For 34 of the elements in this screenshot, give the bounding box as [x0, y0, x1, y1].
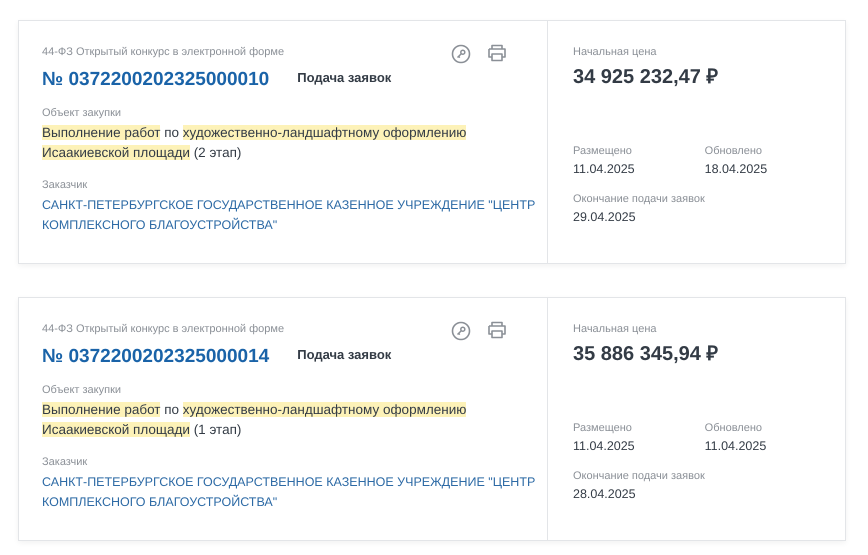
date-value: 28.04.2025	[573, 487, 637, 501]
customer-link[interactable]: САНКТ-ПЕТЕРБУРГСКОЕ ГОСУДАРСТВЕННОЕ КАЗЕННОЕ УЧРЕЖДЕНИЕ "ЦЕНТР КОМПЛЕКСНОГО БЛАГОУСТРОЙСТВА"	[42, 195, 537, 235]
tender-number-link[interactable]: № 0372200202325000010	[42, 69, 270, 91]
procurement-object-text: Выполнение работ по художественно-ландшафтному оформлению Исаакиевской площади (1 этап)	[42, 401, 468, 439]
price-value: 34 925 232,47 ₽	[573, 65, 720, 89]
key-icon[interactable]	[451, 321, 471, 341]
status-label: Подача заявок	[297, 346, 392, 362]
field-label: Объект закупки	[42, 107, 122, 119]
field-label: Окончание подачи заявок	[573, 470, 706, 482]
procurement-object-text: Выполнение работ по художественно-ландшафтному оформлению Исаакиевской площади (2 этап)	[42, 124, 468, 162]
field-label: Обновлено	[704, 145, 764, 157]
field-label: Размещено	[573, 422, 633, 434]
key-icon[interactable]	[451, 44, 471, 64]
field-label: Объект закупки	[42, 384, 122, 396]
date-value: 11.04.2025	[573, 162, 635, 176]
field-label: Заказчик	[42, 456, 88, 468]
price-value: 35 886 345,94 ₽	[573, 342, 720, 366]
field-label: Заказчик	[42, 179, 88, 191]
procurement-type: 44-ФЗ Открытый конкурс в электронной форме	[42, 323, 284, 335]
date-value: 18.04.2025	[704, 162, 768, 176]
tender-number-link[interactable]: № 0372200202325000014	[42, 346, 270, 368]
field-label: Обновлено	[704, 422, 764, 434]
customer-link[interactable]: САНКТ-ПЕТЕРБУРГСКОЕ ГОСУДАРСТВЕННОЕ КАЗЕННОЕ УЧРЕЖДЕНИЕ "ЦЕНТР КОМПЛЕКСНОГО БЛАГОУСТРОЙСТВА"	[42, 472, 537, 512]
field-label: Начальная цена	[573, 323, 658, 335]
print-icon[interactable]	[487, 321, 507, 339]
date-value: 11.04.2025	[573, 439, 635, 453]
field-label: Размещено	[573, 145, 633, 157]
field-label: Окончание подачи заявок	[573, 193, 706, 205]
status-label: Подача заявок	[297, 70, 392, 84]
procurement-type: 44-ФЗ Открытый конкурс в электронной форме	[42, 46, 284, 58]
field-label: Начальная цена	[573, 46, 658, 58]
print-icon[interactable]	[487, 44, 507, 62]
date-value: 11.04.2025	[704, 439, 766, 453]
date-value: 29.04.2025	[573, 210, 637, 224]
